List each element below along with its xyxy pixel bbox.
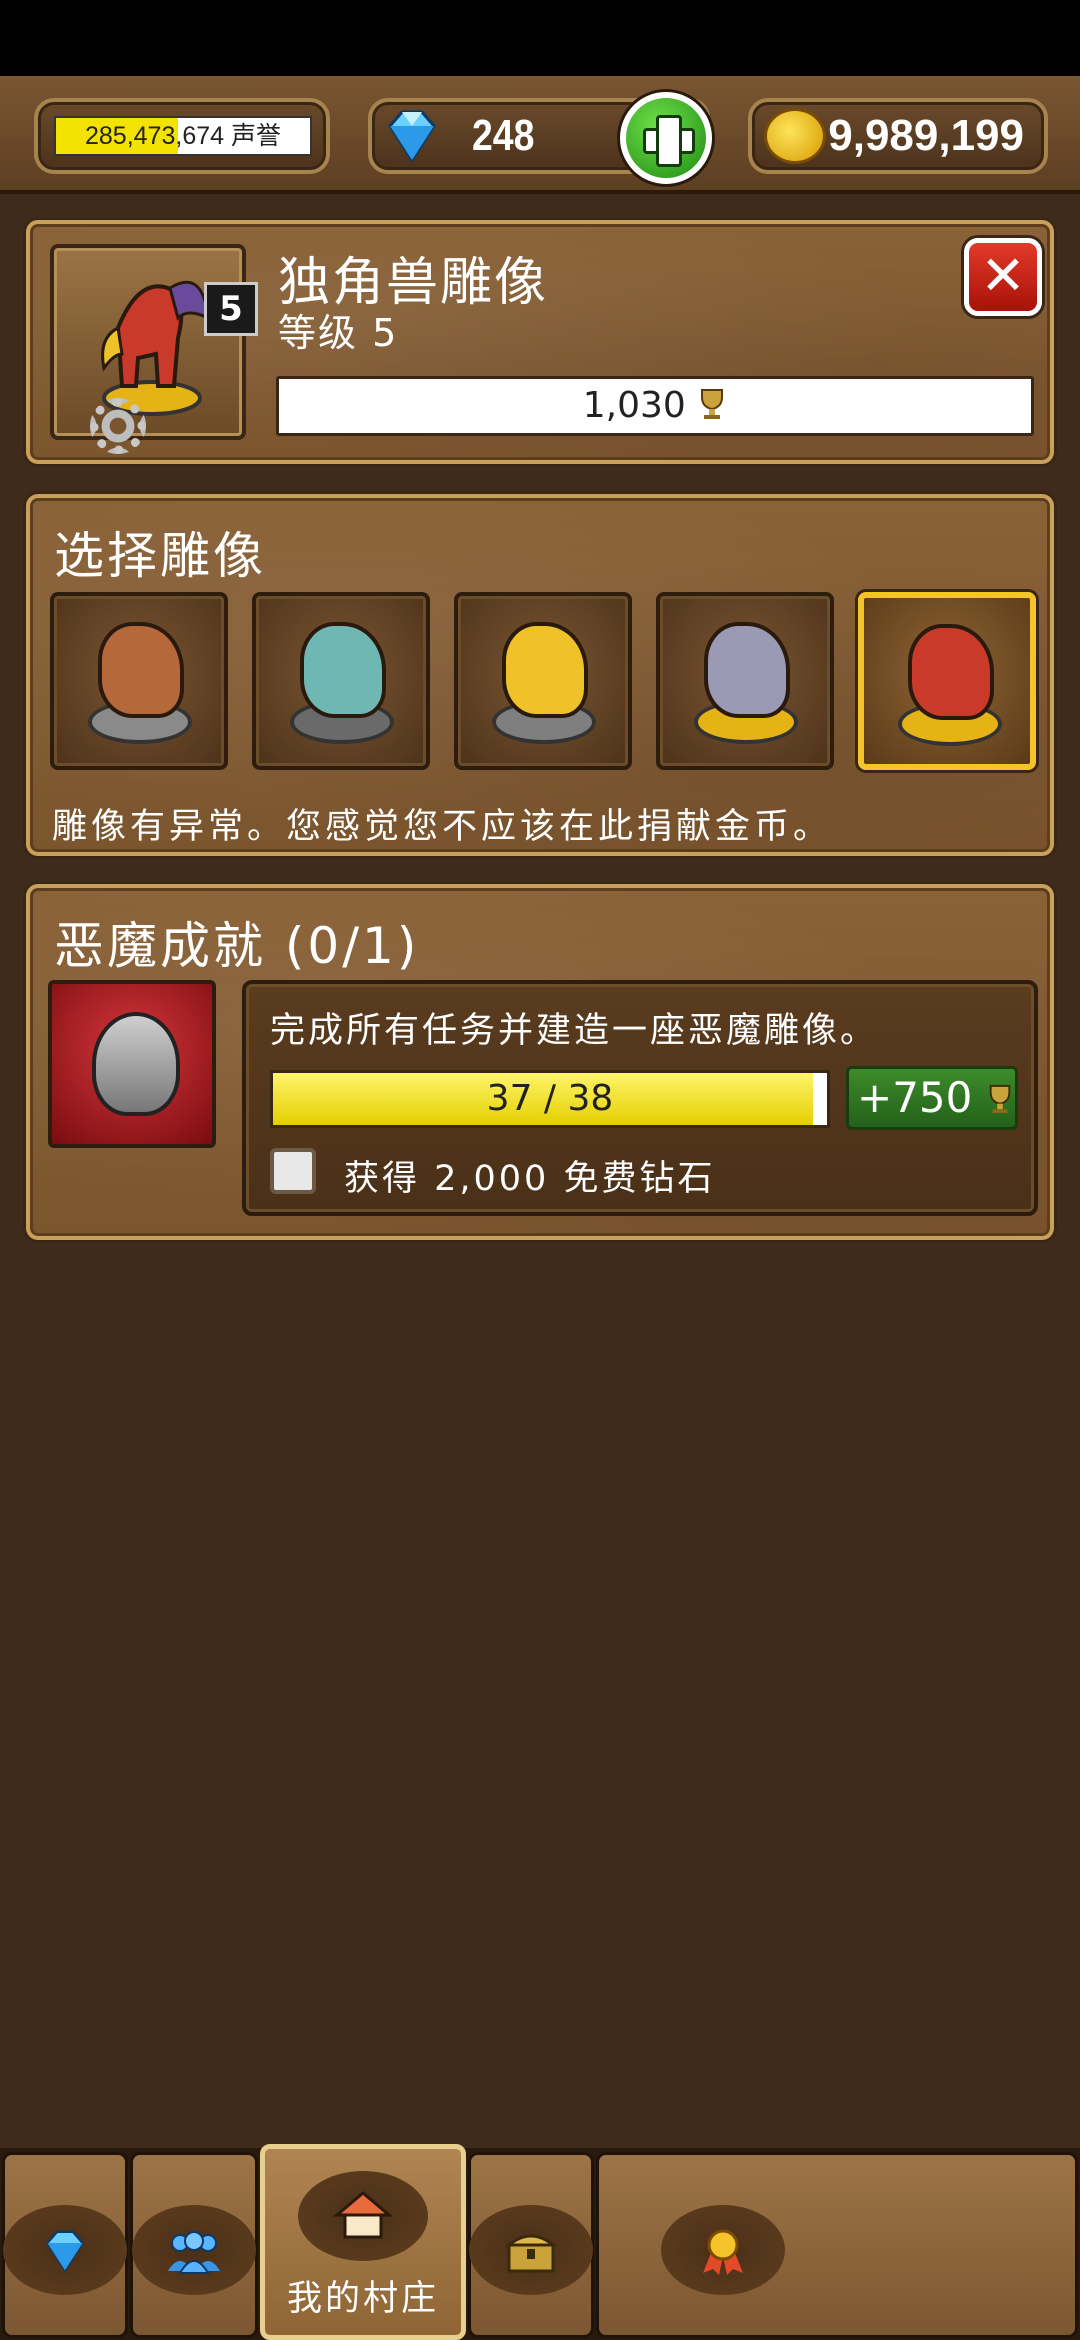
reward-value: +750: [857, 1073, 973, 1122]
tab-my-village-label: 我的村庄: [286, 2279, 439, 2319]
gem-count: 248: [472, 111, 535, 160]
statue-option-gold[interactable]: [454, 592, 632, 770]
free-gems-checkbox[interactable]: [270, 1148, 316, 1194]
achievement-title: 恶魔成就 (0/1): [54, 917, 420, 975]
coin-icon: [764, 108, 826, 164]
achievement-panel: 恶魔成就 (0/1) 完成所有任务并建造一座恶魔雕像。 37 / 38 +750…: [26, 884, 1054, 1240]
statue-options: [50, 592, 1040, 772]
reputation-value: 285,473,674 声誉: [85, 122, 281, 150]
top-resource-bar: 285,473,674 声誉 248 9,989,199: [0, 76, 1080, 194]
coin-counter: 9,989,199: [748, 98, 1048, 174]
statue-thumbnail[interactable]: 5: [50, 244, 258, 454]
trophy-total: 1,030: [276, 376, 1034, 436]
diamond-icon: [45, 2230, 85, 2273]
unicorn-statue-icon: [502, 622, 588, 718]
select-statue-title: 选择雕像: [54, 527, 266, 585]
tab-gems[interactable]: [2, 2152, 128, 2338]
demon-achievement-icon: [48, 980, 216, 1148]
demon-unicorn-statue-icon: [101, 280, 210, 416]
statue-info-panel: 5 独角兽雕像 等级 5 1,030 ✕: [26, 220, 1054, 464]
achievement-reward: +750: [846, 1066, 1018, 1130]
level-badge: 5: [204, 282, 258, 336]
unicorn-statue-icon: [300, 622, 386, 718]
bottom-navigation: 我的村庄: [0, 2144, 1080, 2340]
chest-icon: [504, 2234, 558, 2273]
trophy-icon: [989, 1085, 1010, 1113]
people-icon: [168, 2231, 220, 2274]
close-icon: ✕: [980, 244, 1026, 307]
achievement-progress-bar: 37 / 38: [270, 1070, 830, 1128]
statue-option-crystal[interactable]: [252, 592, 430, 770]
statue-level: 等级 5: [278, 311, 399, 355]
unicorn-statue-icon: [98, 622, 184, 718]
buy-gems-button[interactable]: [620, 92, 712, 184]
status-bar: [0, 0, 1080, 76]
statue-option-copper[interactable]: [50, 592, 228, 770]
medal-icon: [703, 2229, 743, 2275]
achievement-details: 完成所有任务并建造一座恶魔雕像。 37 / 38 +750 获得 2,000 免…: [242, 980, 1038, 1216]
statue-option-silver[interactable]: [656, 592, 834, 770]
free-gems-label: 获得 2,000 免费钻石: [344, 1159, 716, 1199]
statue-option-demon[interactable]: [858, 592, 1036, 770]
tab-friends[interactable]: [130, 2152, 258, 2338]
select-statue-panel: 选择雕像 雕像有异常。您感觉您不应该在此捐献金币。: [26, 494, 1054, 856]
tab-my-village[interactable]: 我的村庄: [260, 2144, 466, 2340]
reputation-counter: 285,473,674 声誉: [34, 98, 330, 174]
trophy-icon: [701, 389, 724, 419]
house-icon: [333, 2191, 393, 2239]
unicorn-statue-icon: [908, 624, 994, 720]
tab-awards[interactable]: [596, 2152, 1078, 2338]
gear-icon[interactable]: [90, 398, 146, 454]
tab-chest[interactable]: [468, 2152, 594, 2338]
statue-note: 雕像有异常。您感觉您不应该在此捐献金币。: [52, 807, 833, 847]
coin-count: 9,989,199: [828, 111, 1024, 160]
diamond-icon: [388, 110, 436, 163]
trophy-value: 1,030: [582, 385, 686, 426]
unicorn-statue-icon: [704, 622, 790, 718]
achievement-progress-text: 37 / 38: [486, 1078, 614, 1119]
achievement-description: 完成所有任务并建造一座恶魔雕像。: [270, 1011, 879, 1051]
close-button[interactable]: ✕: [964, 238, 1042, 316]
